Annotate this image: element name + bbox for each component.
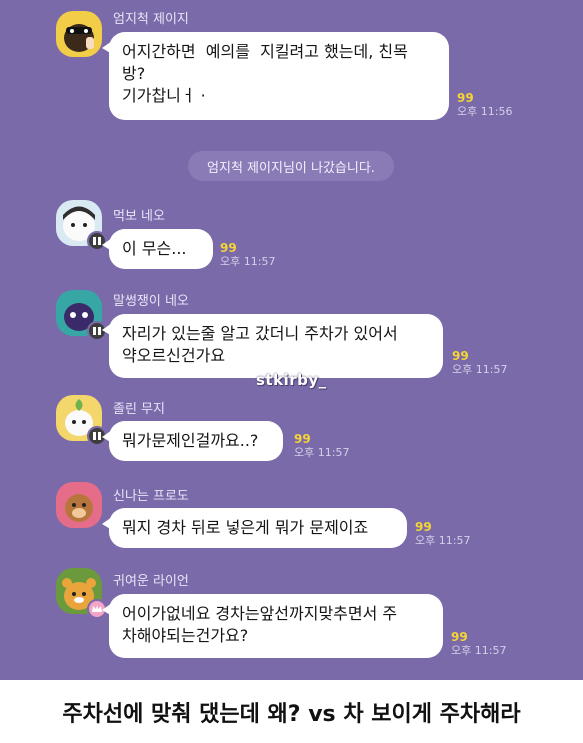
unread-count: 99: [457, 91, 474, 105]
message-meta: 99 오후 11:56: [457, 91, 513, 119]
sender-name: 엄지척 제이지: [113, 12, 189, 27]
avatar[interactable]: [56, 290, 107, 341]
unread-count: 99: [451, 630, 468, 644]
message-bubble[interactable]: 어이가없네요 경차는앞선까지맞추면서 주 차해야되는건가요?: [102, 594, 443, 658]
unread-count: 99: [452, 349, 469, 363]
sender-name: 먹보 네오: [113, 209, 165, 224]
avatar[interactable]: [56, 395, 107, 446]
unread-count: 99: [220, 241, 237, 255]
unread-count: 99: [294, 432, 311, 446]
message-bubble[interactable]: 이 무슨...: [102, 229, 213, 269]
avatar[interactable]: [56, 568, 107, 619]
message-time: 오후 11:57: [294, 446, 350, 459]
message-time: 오후 11:57: [415, 534, 471, 547]
sender-name: 말썽쟁이 네오: [113, 294, 189, 309]
message-bubble[interactable]: 뭐지 경차 뒤로 넣은게 뭐가 문제이죠: [102, 508, 407, 548]
frodo-avatar-icon: [56, 482, 102, 528]
message-meta: 99 오후 11:57: [294, 432, 350, 460]
jay-g-avatar-icon: [56, 11, 102, 57]
message-time: 오후 11:57: [451, 644, 507, 657]
sender-name: 신나는 프로도: [113, 489, 189, 504]
avatar[interactable]: [56, 200, 107, 251]
message-meta: 99 오후 11:57: [451, 630, 507, 658]
caption: 주차선에 맞춰 댔는데 왜? vs 차 보이게 주차해라: [0, 680, 583, 743]
unread-count: 99: [415, 520, 432, 534]
message-time: 오후 11:57: [220, 255, 276, 268]
message-meta: 99 오후 11:57: [415, 520, 471, 548]
message-bubble[interactable]: 뭐가문제인걸까요..?: [102, 421, 283, 461]
sender-name: 귀여운 라이언: [113, 574, 189, 589]
avatar[interactable]: [56, 482, 102, 528]
message-bubble[interactable]: 어지간하면 예의를 지킬려고 했는데, 친목 방? 기가찹니ㅓ ·: [102, 32, 449, 120]
system-notice: 엄지척 제이지님이 나갔습니다.: [188, 151, 394, 181]
watermark: stkirby_: [256, 371, 327, 389]
message-time: 오후 11:57: [452, 363, 508, 376]
sender-name: 졸린 무지: [113, 402, 165, 417]
message-meta: 99 오후 11:57: [220, 241, 276, 269]
chat-room: 엄지척 제이지 어지간하면 예의를 지킬려고 했는데, 친목 방? 기가찹니ㅓ …: [0, 0, 583, 680]
message-bubble[interactable]: 자리가 있는줄 알고 갔더니 주차가 있어서 약오르신건가요: [102, 314, 443, 378]
message-meta: 99 오후 11:57: [452, 349, 508, 377]
message-time: 오후 11:56: [457, 105, 513, 118]
avatar[interactable]: [56, 11, 102, 57]
